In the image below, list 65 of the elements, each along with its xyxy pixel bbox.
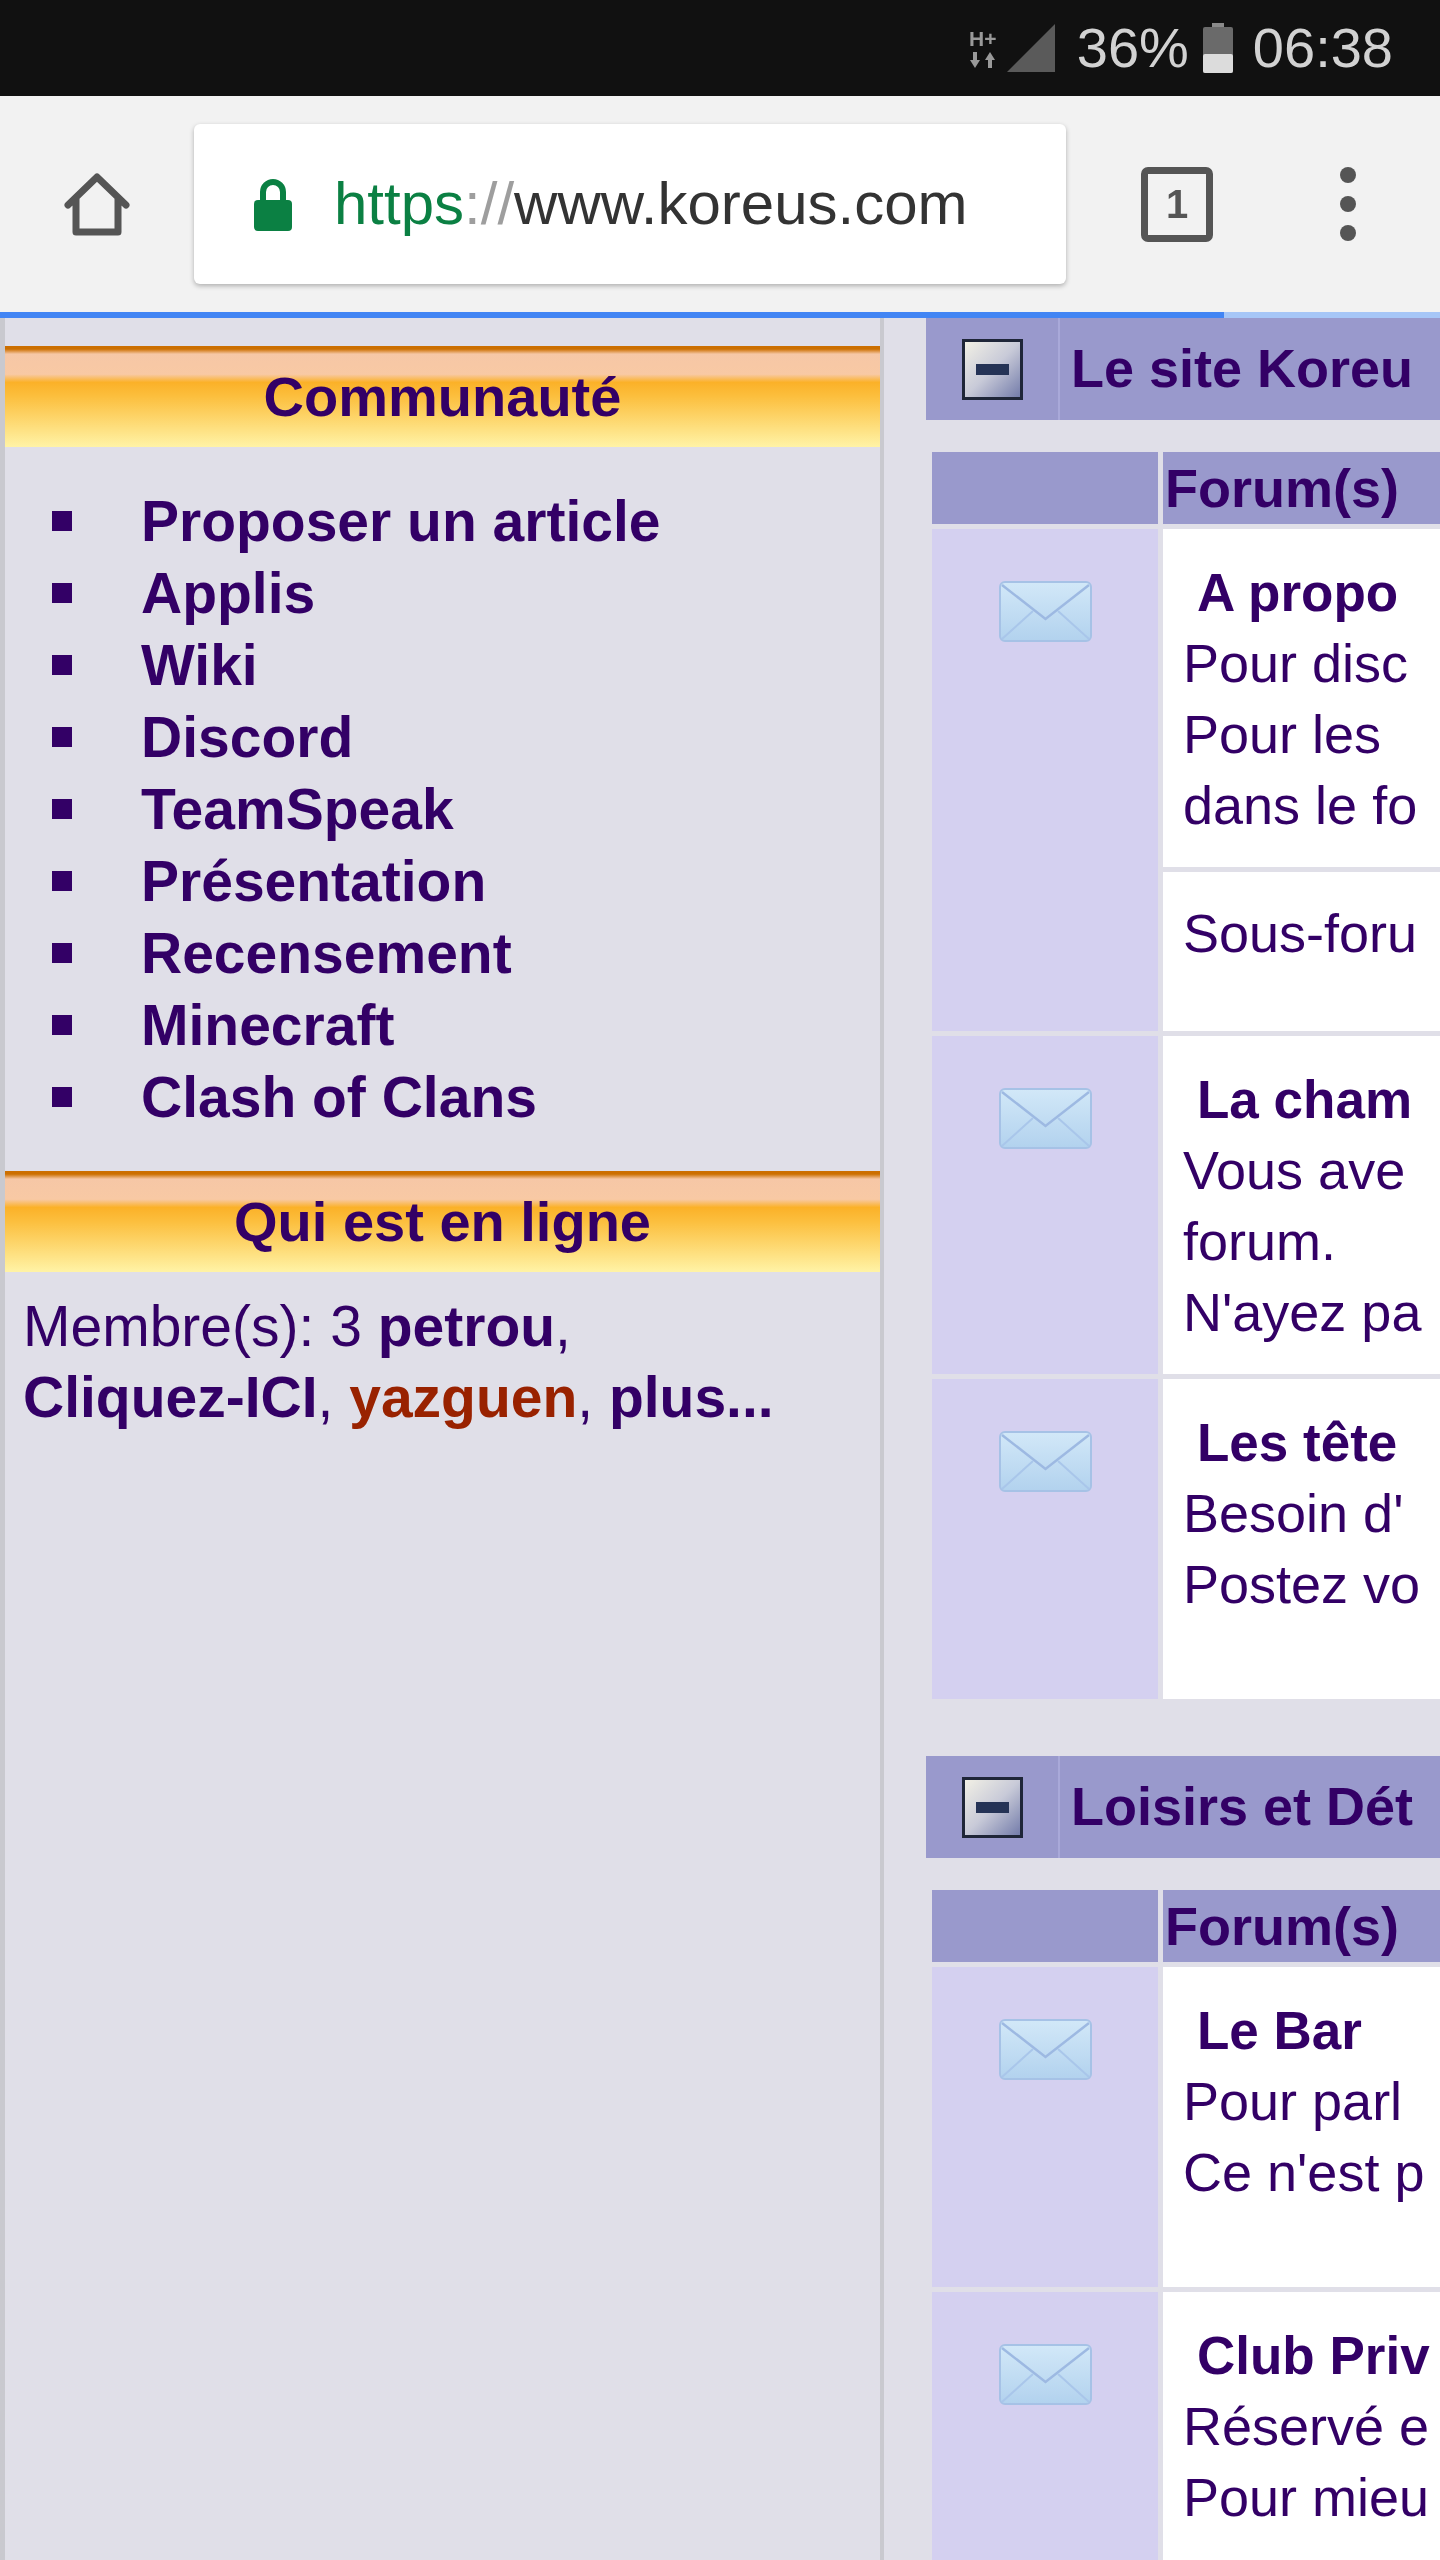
member-link[interactable]: Cliquez-ICI bbox=[23, 1365, 318, 1429]
sidebar-link[interactable]: Applis bbox=[141, 557, 316, 629]
tab-switcher-button[interactable]: 1 bbox=[1141, 166, 1213, 242]
forum-description-line: N'ayez pa bbox=[1183, 1281, 1422, 1344]
forum-description-line: Pour mieu bbox=[1183, 2466, 1430, 2529]
bullet-icon bbox=[52, 943, 72, 963]
bullet-icon bbox=[52, 727, 72, 747]
member-link[interactable]: yazguen bbox=[349, 1365, 578, 1429]
bullet-icon bbox=[52, 871, 72, 891]
sidebar-heading: Communauté bbox=[5, 346, 880, 447]
forum-description-line: forum. bbox=[1183, 1210, 1337, 1273]
bullet-icon bbox=[52, 799, 72, 819]
forum-title[interactable]: Les tête bbox=[1197, 1407, 1398, 1478]
envelope-icon bbox=[998, 581, 1092, 642]
subforum-cell: Sous-foru bbox=[1163, 872, 1440, 1031]
forum-description-line: Pour les bbox=[1183, 703, 1382, 766]
envelope-icon bbox=[998, 2019, 1092, 2080]
battery-percent: 36% bbox=[1076, 20, 1189, 76]
category-title[interactable]: Le site Koreu bbox=[1071, 339, 1414, 399]
category-title[interactable]: Loisirs et Dét bbox=[1071, 1777, 1414, 1837]
data-arrows-icon bbox=[970, 52, 996, 68]
forum-description-line: Postez vo bbox=[1183, 1553, 1421, 1616]
envelope-icon bbox=[998, 1431, 1092, 1492]
forum-description-line: Vous ave bbox=[1183, 1139, 1406, 1202]
forum-description-line: Besoin d' bbox=[1183, 1482, 1404, 1545]
minus-square-icon[interactable] bbox=[961, 1776, 1023, 1838]
signal-icon bbox=[1006, 24, 1055, 72]
bullet-icon bbox=[52, 583, 72, 603]
forum-title[interactable]: La cham bbox=[1197, 1064, 1413, 1135]
forum-title[interactable]: Club Priv bbox=[1197, 2320, 1430, 2391]
member-link[interactable]: petrou bbox=[377, 1294, 556, 1358]
forum-description-line: dans le fo bbox=[1183, 774, 1418, 837]
menu-button[interactable] bbox=[1340, 167, 1356, 241]
bullet-icon bbox=[52, 1015, 72, 1035]
forum-description-line: Pour parl bbox=[1183, 2070, 1403, 2133]
online-members-text: Membre(s): 3 petrou, Cliquez-ICI, yazguen, plus... bbox=[22, 1293, 775, 1431]
lock-icon bbox=[251, 177, 295, 231]
bullet-icon bbox=[52, 655, 72, 675]
forum-title[interactable]: Le Bar bbox=[1197, 1995, 1362, 2066]
envelope-icon bbox=[998, 1088, 1092, 1149]
address-bar[interactable]: https://www.koreus.com bbox=[194, 124, 1066, 284]
forum-description-line: Pour disc bbox=[1183, 632, 1409, 695]
bullet-icon bbox=[52, 1087, 72, 1107]
clock-time: 06:38 bbox=[1252, 20, 1393, 76]
battery-icon bbox=[1202, 23, 1233, 73]
forum-title[interactable]: A propo bbox=[1197, 557, 1399, 628]
column-header: Forum(s) bbox=[1163, 452, 1440, 524]
menu-icon bbox=[1340, 167, 1356, 241]
sidebar-link[interactable]: Recensement bbox=[141, 917, 512, 989]
forum-description-line: Ce n'est p bbox=[1183, 2141, 1425, 2204]
sidebar-link[interactable]: Proposer un article bbox=[141, 485, 661, 557]
envelope-icon bbox=[998, 2344, 1092, 2405]
sidebar-link[interactable]: TeamSpeak bbox=[141, 773, 454, 845]
sidebar-link[interactable]: Clash of Clans bbox=[141, 1061, 537, 1133]
sidebar-link[interactable]: Wiki bbox=[141, 629, 258, 701]
bullet-icon bbox=[52, 511, 72, 531]
network-type-label: H+ bbox=[969, 28, 997, 49]
sidebar-link[interactable]: Discord bbox=[141, 701, 354, 773]
sidebar-heading: Qui est en ligne bbox=[5, 1171, 880, 1272]
sidebar-link[interactable]: Présentation bbox=[141, 845, 487, 917]
more-link[interactable]: plus... bbox=[608, 1365, 774, 1429]
forum-description-line: Réservé e bbox=[1183, 2395, 1430, 2458]
minus-square-icon[interactable] bbox=[961, 338, 1023, 400]
column-header: Forum(s) bbox=[1163, 1890, 1440, 1962]
sidebar-link[interactable]: Minecraft bbox=[141, 989, 395, 1061]
